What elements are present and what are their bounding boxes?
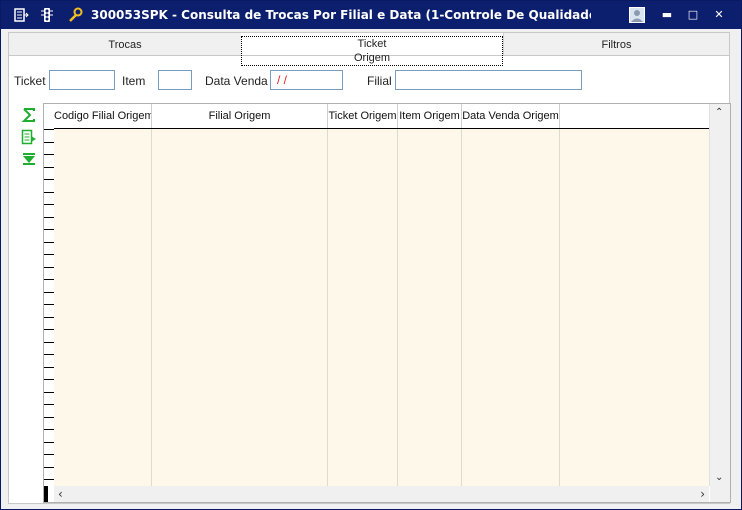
menu-icon[interactable] — [13, 7, 29, 23]
item-input[interactable] — [158, 70, 192, 90]
column-divider — [151, 129, 152, 486]
row-header-tick — [44, 142, 54, 143]
horizontal-scrollbar[interactable]: ‹ › — [54, 486, 709, 502]
row-header-tick — [44, 167, 54, 168]
column-header-item-origem[interactable]: Item Origem — [398, 104, 462, 128]
maximize-button[interactable]: □ — [685, 7, 701, 23]
title-bar[interactable]: 300053SPK - Consulta de Trocas Por Filia… — [1, 1, 741, 29]
filial-input[interactable] — [395, 70, 582, 90]
row-header-tick — [44, 454, 54, 455]
grid-header: Codigo Filial Origem Filial Origem Ticke… — [54, 104, 709, 129]
row-header-tick — [44, 254, 54, 255]
row-header-tick — [44, 429, 54, 430]
row-header-tick — [44, 192, 54, 193]
row-header-tick — [44, 292, 54, 293]
scroll-down-icon[interactable]: ⌄ — [715, 472, 723, 483]
window-title: 300053SPK - Consulta de Trocas Por Filia… — [91, 8, 591, 22]
column-divider — [559, 129, 560, 486]
traffic-light-icon[interactable] — [39, 7, 55, 23]
row-header-tick — [44, 279, 54, 280]
user-photo-icon[interactable] — [629, 7, 645, 23]
tab-filtros[interactable]: Filtros — [504, 33, 729, 55]
column-divider — [327, 129, 328, 486]
filter-down-icon[interactable] — [21, 151, 37, 167]
main-window: 300053SPK - Consulta de Trocas Por Filia… — [0, 0, 742, 510]
row-header-tick — [44, 317, 54, 318]
close-button[interactable]: ✕ — [711, 7, 727, 23]
row-header-tick — [44, 304, 54, 305]
row-header-tick — [44, 204, 54, 205]
column-header-ticket-origem[interactable]: Ticket Origem — [328, 104, 398, 128]
row-header-tick — [44, 267, 54, 268]
ticket-label: Ticket — [14, 74, 46, 88]
row-indicator — [44, 486, 48, 502]
row-header-tick — [44, 467, 54, 468]
column-divider — [461, 129, 462, 486]
export-icon[interactable] — [21, 129, 37, 145]
row-header-tick — [44, 442, 54, 443]
scroll-left-icon[interactable]: ‹ — [58, 487, 63, 501]
grid-body[interactable] — [54, 129, 709, 486]
wrench-icon[interactable] — [67, 7, 83, 23]
row-header-tick — [44, 154, 54, 155]
row-header-tick — [44, 342, 54, 343]
row-header-tick — [44, 179, 54, 180]
tab-trocas[interactable]: Trocas — [9, 33, 242, 55]
row-header-tick — [44, 479, 54, 480]
ticket-input[interactable] — [49, 70, 115, 90]
column-header-codigo-filial-origem[interactable]: Codigo Filial Origem — [54, 104, 152, 128]
data-venda-label: Data Venda — [205, 74, 268, 88]
row-header-tick — [44, 367, 54, 368]
tab-bar: Trocas Ticket Origem Filtros — [9, 33, 729, 66]
scroll-right-icon[interactable]: › — [700, 487, 705, 501]
form-area: Trocas Ticket Origem Filtros Ticket Item… — [8, 32, 731, 504]
column-header-filial-origem[interactable]: Filial Origem — [152, 104, 328, 128]
row-header-tick — [44, 417, 54, 418]
row-header-tick — [44, 354, 54, 355]
row-header-tick — [44, 229, 54, 230]
filial-label: Filial — [367, 74, 392, 88]
sum-icon[interactable] — [21, 107, 37, 123]
row-header-tick — [44, 329, 54, 330]
column-divider — [397, 129, 398, 486]
minimize-button[interactable]: ▬ — [659, 7, 675, 23]
data-grid[interactable]: Codigo Filial Origem Filial Origem Ticke… — [43, 103, 731, 503]
row-header-tick — [44, 242, 54, 243]
tab-ticket-origem-label: Ticket Origem — [241, 36, 503, 66]
row-header-tick — [44, 404, 54, 405]
column-header-data-venda-origem[interactable]: Data Venda Origem — [462, 104, 560, 128]
row-header-tick — [44, 217, 54, 218]
scrollbar-corner — [710, 486, 730, 502]
row-header-tick — [44, 129, 54, 130]
data-venda-input[interactable]: / / — [270, 70, 343, 90]
row-header-tick — [44, 379, 54, 380]
vertical-scrollbar[interactable]: ⌃ ⌄ — [709, 104, 730, 486]
row-header-tick — [44, 392, 54, 393]
tab-ticket-origem[interactable]: Ticket Origem — [241, 33, 504, 66]
scroll-up-icon[interactable]: ⌃ — [715, 107, 723, 118]
item-label: Item — [122, 74, 146, 88]
